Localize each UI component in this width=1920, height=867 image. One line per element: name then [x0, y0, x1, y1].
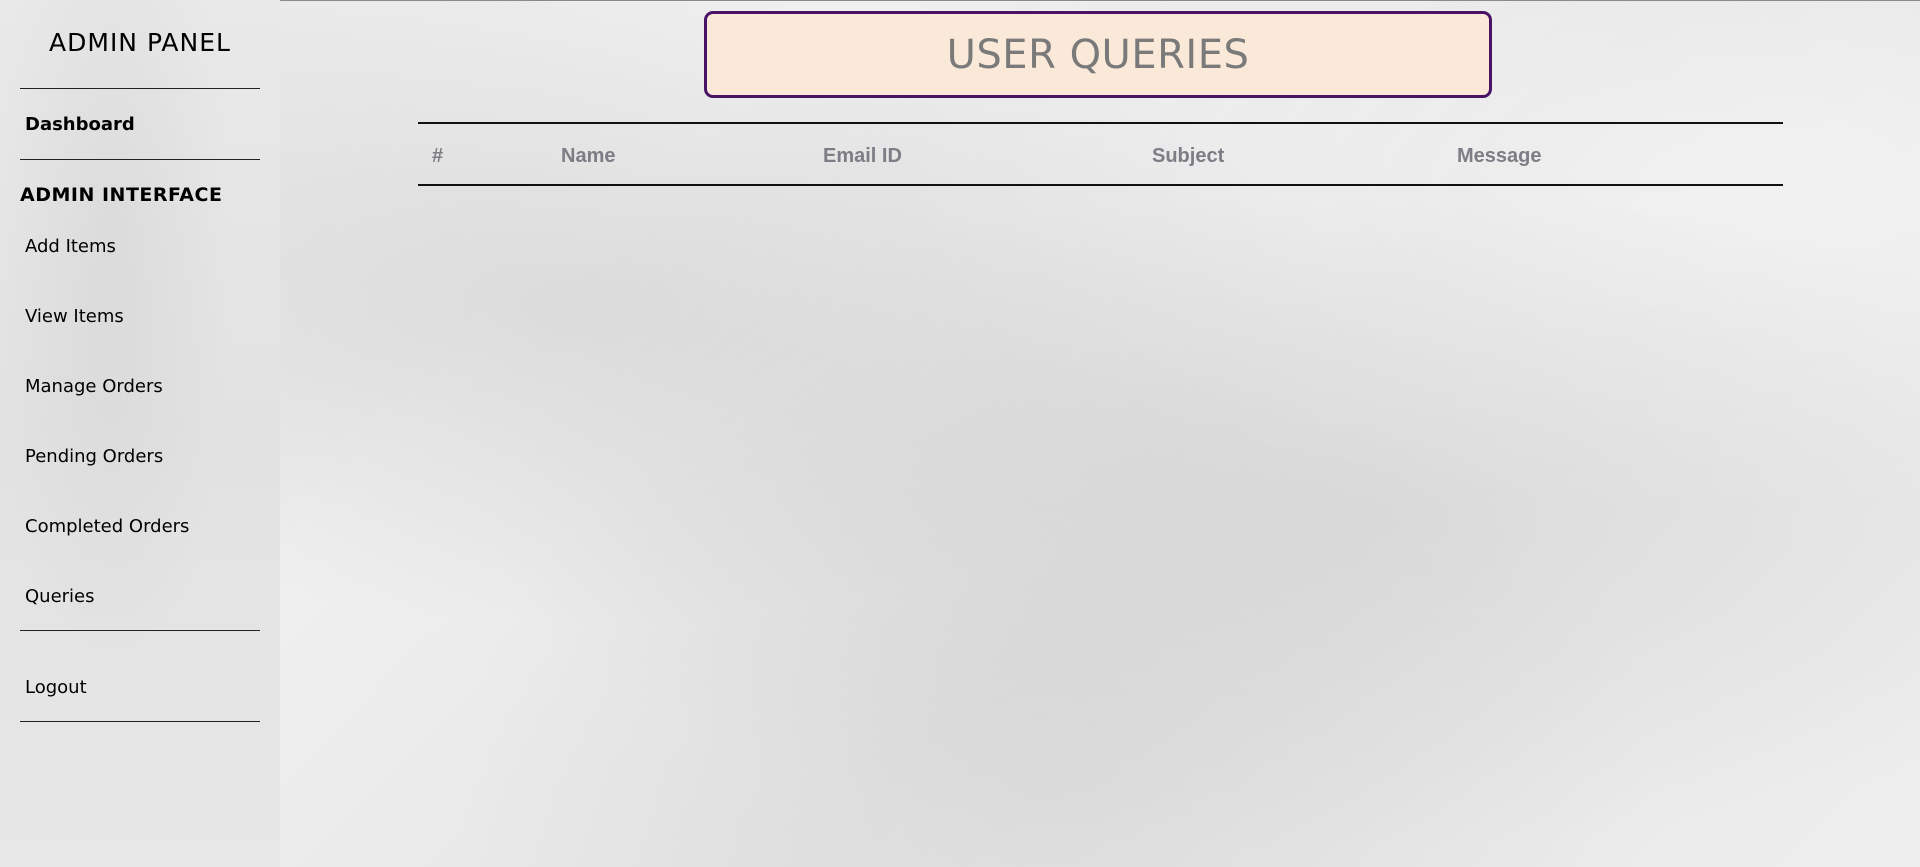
sidebar-divider	[20, 630, 260, 631]
sidebar-item-pending-orders[interactable]: Pending Orders	[25, 446, 163, 467]
admin-panel-brand: ADMIN PANEL	[49, 28, 231, 57]
column-header-number: #	[432, 145, 444, 167]
top-border	[0, 0, 1920, 1]
admin-interface-heading: ADMIN INTERFACE	[20, 184, 223, 206]
sidebar: ADMIN PANEL Dashboard ADMIN INTERFACE Ad…	[0, 0, 280, 867]
table-header-bottom-border	[418, 184, 1783, 186]
sidebar-item-manage-orders[interactable]: Manage Orders	[25, 376, 163, 397]
sidebar-divider	[20, 159, 260, 160]
sidebar-item-queries[interactable]: Queries	[25, 586, 95, 607]
sidebar-divider	[20, 88, 260, 89]
page-title-box: USER QUERIES	[704, 11, 1492, 98]
sidebar-item-completed-orders[interactable]: Completed Orders	[25, 516, 189, 537]
sidebar-item-dashboard[interactable]: Dashboard	[25, 114, 135, 135]
sidebar-item-add-items[interactable]: Add Items	[25, 236, 116, 257]
column-header-name: Name	[561, 145, 616, 167]
sidebar-item-logout[interactable]: Logout	[25, 677, 87, 698]
table-top-border	[418, 122, 1783, 124]
sidebar-divider	[20, 721, 260, 722]
sidebar-item-view-items[interactable]: View Items	[25, 306, 124, 327]
column-header-message: Message	[1457, 145, 1542, 167]
column-header-email: Email ID	[823, 145, 902, 167]
page-title: USER QUERIES	[946, 31, 1250, 78]
column-header-subject: Subject	[1152, 145, 1225, 167]
